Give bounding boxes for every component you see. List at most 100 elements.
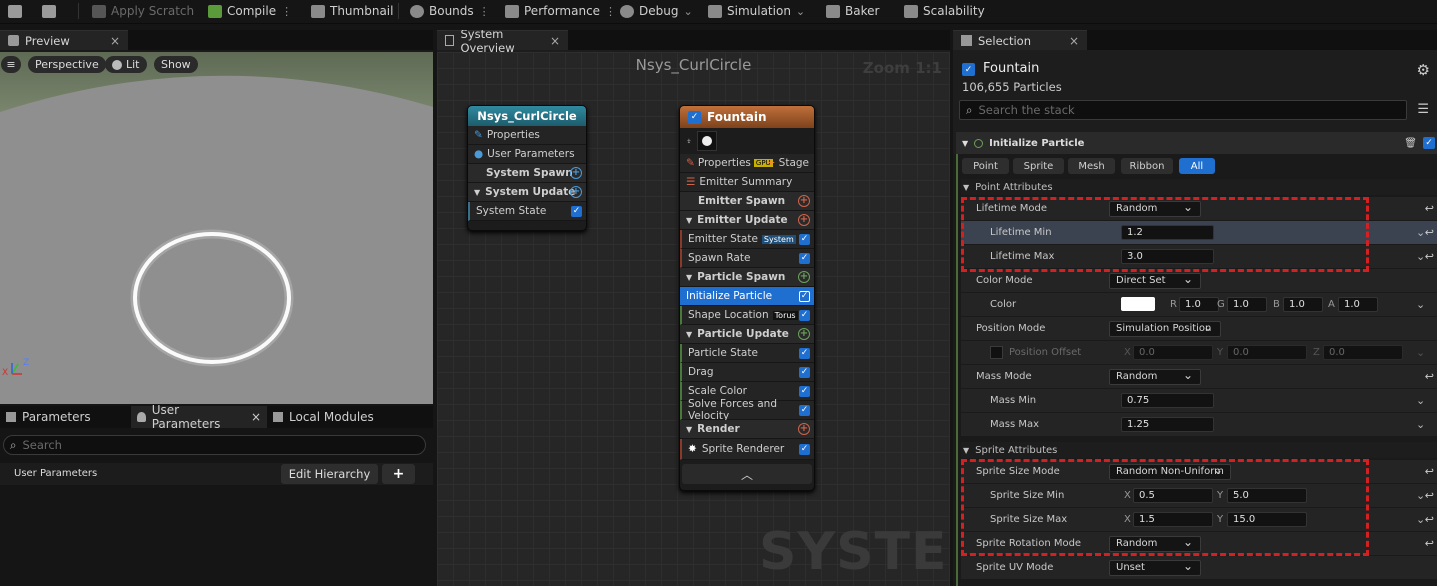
add-stage-icon[interactable]: +	[767, 157, 776, 169]
tab-local-modules[interactable]: Local Modules	[267, 406, 380, 428]
shape-location-row[interactable]: Shape Location Torus ✓	[680, 306, 814, 325]
reset-arrow-icon[interactable]: ↩	[1425, 489, 1434, 502]
checkbox-icon[interactable]: ✓	[799, 309, 810, 321]
color-mode-dropdown[interactable]: Direct Set	[1109, 272, 1201, 289]
color-swatch[interactable]	[1121, 297, 1155, 311]
collapse-arrow-icon[interactable]: ▼	[686, 273, 692, 282]
collapse-arrow-icon[interactable]: ▼	[963, 446, 969, 455]
collapse-arrow-icon[interactable]: ▼	[686, 330, 692, 339]
checkbox-icon[interactable]: ✓	[799, 366, 810, 378]
sprite-size-mode-dropdown[interactable]: Random Non-Uniform	[1109, 463, 1231, 480]
simulation-button[interactable]: Simulation ⌄	[708, 0, 805, 22]
compile-button[interactable]: Compile ⋮	[208, 0, 292, 22]
add-module-icon[interactable]: +	[798, 271, 810, 283]
checkbox-icon[interactable]: ✓	[799, 404, 810, 416]
emitter-update-row[interactable]: ▼ Emitter Update +	[680, 211, 814, 230]
preview-viewport[interactable]: X Z ≡ Perspective Lit Show	[0, 52, 433, 404]
performance-button[interactable]: Performance ⋮	[505, 0, 616, 22]
initialize-particle-module-header[interactable]: ▼ Initialize Particle 🗑 ✓	[956, 132, 1437, 154]
color-b-field[interactable]: 1.0	[1283, 297, 1323, 312]
sprite-size-min-y-field[interactable]: 5.0	[1227, 488, 1307, 503]
mass-mode-dropdown[interactable]: Random	[1109, 368, 1201, 385]
lifetime-min-field[interactable]: 1.2	[1121, 225, 1214, 240]
tab-preview[interactable]: Preview ×	[0, 30, 128, 50]
system-node[interactable]: Nsys_CurlCircle ✎ Properties ● User Parame…	[467, 105, 587, 231]
graph-canvas[interactable]: Nsys_CurlCircle Zoom 1:1 SYSTEM Nsys_Cur…	[437, 52, 950, 586]
add-module-icon[interactable]: +	[570, 186, 582, 198]
filter-sprite-button[interactable]: Sprite	[1013, 158, 1064, 174]
browse-icon[interactable]	[42, 0, 56, 22]
debug-button[interactable]: Debug ⌄	[620, 0, 693, 22]
edit-hierarchy-button[interactable]: Edit Hierarchy	[281, 464, 378, 484]
checkbox-icon[interactable]: ✓	[799, 385, 810, 397]
color-g-field[interactable]: 1.0	[1227, 297, 1267, 312]
filter-all-button[interactable]: All	[1179, 158, 1215, 174]
add-module-icon[interactable]: +	[570, 167, 582, 179]
performance-options-icon[interactable]: ⋮	[605, 5, 616, 18]
sprite-attributes-header[interactable]: ▼ Sprite Attributes	[961, 442, 1437, 458]
checkbox-icon[interactable]: ✓	[799, 347, 810, 359]
parameters-search-input[interactable]: ⌕ Search	[3, 435, 426, 455]
collapse-arrow-icon[interactable]: ▼	[474, 188, 480, 197]
filter-icon[interactable]: ☰	[1417, 102, 1429, 117]
spawn-rate-row[interactable]: Spawn Rate ✓	[680, 249, 814, 268]
emitter-node-header[interactable]: ✓ Fountain	[680, 106, 814, 128]
tab-selection[interactable]: Selection ×	[953, 30, 1087, 50]
tab-parameters[interactable]: Parameters	[0, 406, 131, 428]
sprite-size-max-x-field[interactable]: 1.5	[1133, 512, 1213, 527]
position-mode-dropdown[interactable]: Simulation Position	[1109, 320, 1221, 337]
emitter-node[interactable]: ✓ Fountain ⍖ ✎ Properties GPU + Stage ☰ Emit…	[679, 105, 815, 491]
checkbox-icon[interactable]: ✓	[799, 233, 810, 245]
show-button[interactable]: Show	[154, 56, 198, 73]
checkbox-icon[interactable]: ✓	[799, 443, 810, 455]
reset-arrow-icon[interactable]: ↩	[1425, 202, 1434, 215]
close-icon[interactable]: ×	[550, 34, 560, 48]
sprite-rotation-mode-dropdown[interactable]: Random	[1109, 535, 1201, 552]
filter-ribbon-button[interactable]: Ribbon	[1121, 158, 1173, 174]
emitter-enabled-checkbox[interactable]: ✓	[688, 110, 701, 124]
bounds-button[interactable]: Bounds ⋮	[410, 0, 490, 22]
lifetime-max-field[interactable]: 3.0	[1121, 249, 1214, 264]
tab-system-overview[interactable]: System Overview ×	[437, 30, 568, 55]
compile-options-icon[interactable]: ⋮	[281, 5, 292, 18]
lifetime-mode-dropdown[interactable]: Random	[1109, 200, 1201, 217]
add-module-icon[interactable]: +	[798, 328, 810, 340]
collapse-arrow-icon[interactable]: ▼	[962, 139, 968, 148]
particle-spawn-row[interactable]: ▼ Particle Spawn +	[680, 268, 814, 287]
bounds-options-icon[interactable]: ⋮	[479, 5, 490, 18]
particle-state-row[interactable]: Particle State ✓	[680, 344, 814, 363]
filter-mesh-button[interactable]: Mesh	[1068, 158, 1115, 174]
system-update-row[interactable]: ▼ System Update +	[468, 183, 586, 202]
emitter-enabled-checkbox[interactable]: ✓	[962, 63, 975, 76]
collapse-node-button[interactable]: ︿	[682, 464, 812, 484]
initialize-particle-row[interactable]: Initialize Particle ✓	[680, 287, 814, 306]
emitter-properties-row[interactable]: ✎ Properties GPU + Stage	[680, 154, 814, 173]
tab-user-parameters[interactable]: User Parameters ×	[131, 403, 267, 431]
close-icon[interactable]: ×	[1069, 34, 1079, 48]
system-properties-row[interactable]: ✎ Properties	[468, 126, 586, 145]
reset-arrow-icon[interactable]: ↩	[1425, 537, 1434, 550]
system-spawn-row[interactable]: System Spawn +	[468, 164, 586, 183]
checkbox-icon[interactable]: ✓	[571, 205, 582, 217]
sprite-renderer-row[interactable]: ✸ Sprite Renderer ✓	[680, 439, 814, 460]
emitter-summary-row[interactable]: ☰ Emitter Summary	[680, 173, 814, 192]
color-r-field[interactable]: 1.0	[1179, 297, 1219, 312]
mass-max-field[interactable]: 1.25	[1121, 417, 1214, 432]
filter-point-button[interactable]: Point	[962, 158, 1009, 174]
close-icon[interactable]: ×	[251, 410, 261, 424]
perspective-button[interactable]: Perspective	[28, 56, 106, 73]
baker-button[interactable]: Baker	[826, 0, 879, 22]
add-module-icon[interactable]: +	[798, 214, 810, 226]
thumbnail-button[interactable]: Thumbnail	[311, 0, 393, 22]
chevron-down-icon[interactable]: ⌄	[1416, 394, 1425, 407]
solve-forces-row[interactable]: Solve Forces and Velocity ✓	[680, 398, 814, 422]
reset-arrow-icon[interactable]: ↩	[1425, 226, 1434, 239]
viewport-menu-button[interactable]: ≡	[1, 56, 21, 73]
emitter-spawn-row[interactable]: Emitter Spawn +	[680, 192, 814, 211]
add-module-icon[interactable]: +	[798, 195, 810, 207]
gear-icon[interactable]: ⚙	[1417, 61, 1430, 79]
sprite-uv-mode-dropdown[interactable]: Unset	[1109, 559, 1201, 576]
module-enabled-checkbox[interactable]: ✓	[1423, 137, 1435, 149]
system-state-row[interactable]: System State ✓	[468, 202, 586, 221]
drag-row[interactable]: Drag ✓	[680, 363, 814, 382]
